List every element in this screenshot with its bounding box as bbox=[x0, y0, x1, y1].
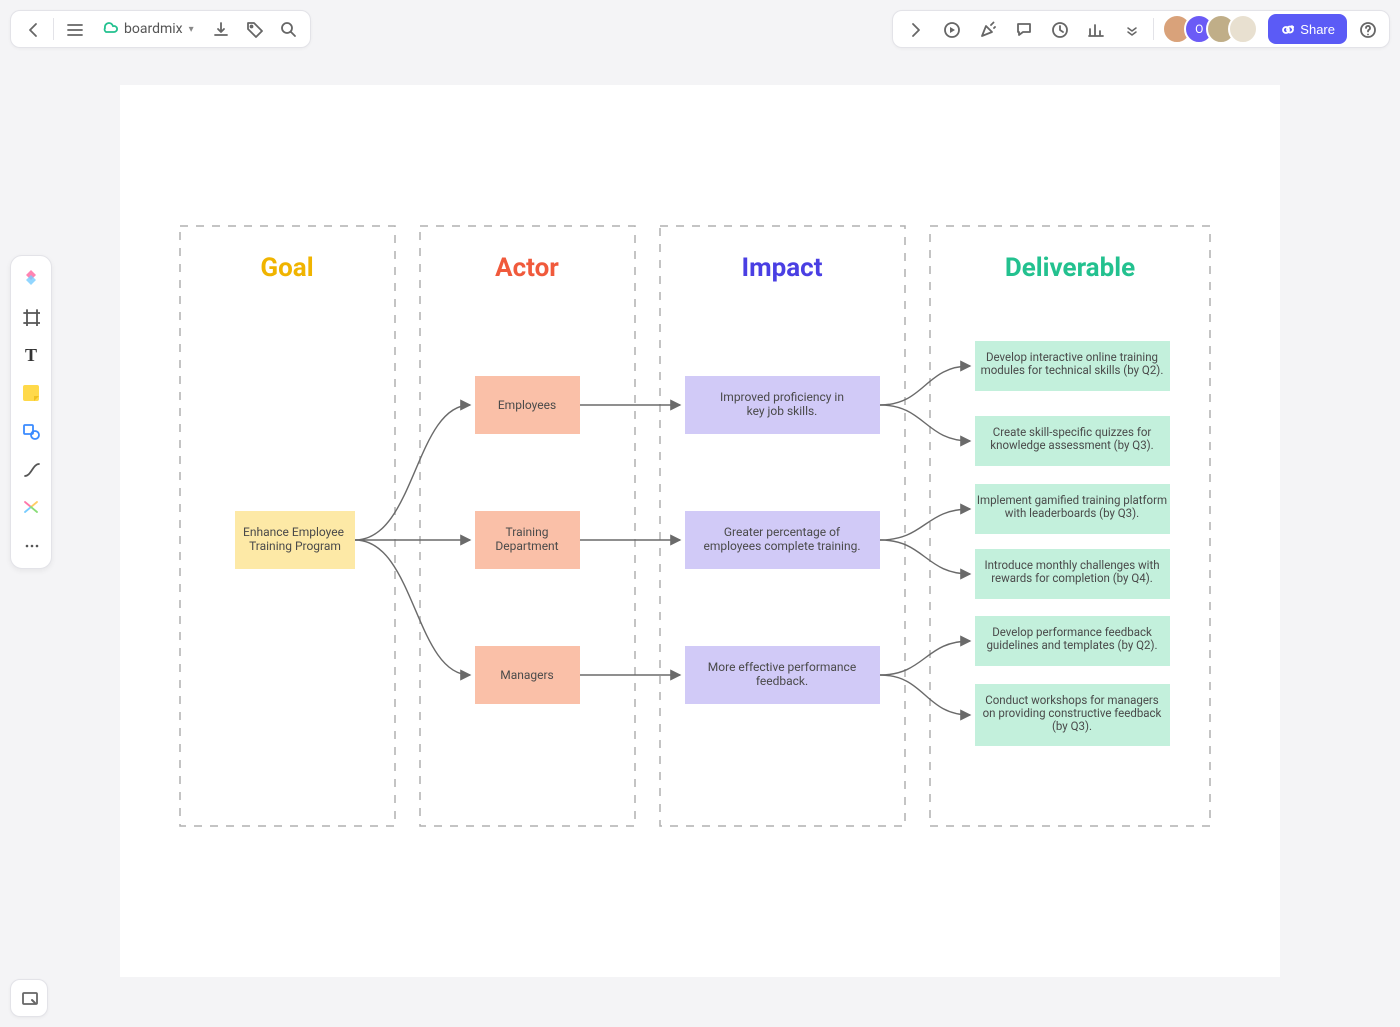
svg-text:Create skill-specific quizzes: Create skill-specific quizzes forknowled… bbox=[990, 425, 1153, 452]
deliverable-node-1[interactable]: Create skill-specific quizzes forknowled… bbox=[975, 416, 1170, 466]
collaborator-avatars[interactable]: O bbox=[1162, 14, 1258, 44]
svg-text:Develop performance feedbackgu: Develop performance feedbackguidelines a… bbox=[986, 625, 1157, 652]
connector[interactable] bbox=[355, 405, 470, 540]
impact-map-diagram[interactable]: Goal Actor Impact Deliverable Enhance Em… bbox=[120, 85, 1280, 977]
share-button[interactable]: Share bbox=[1268, 14, 1347, 44]
actor-node-employees[interactable]: Employees bbox=[475, 376, 580, 434]
deliverable-node-4[interactable]: Develop performance feedbackguidelines a… bbox=[975, 616, 1170, 666]
topbar-right: O Share bbox=[892, 10, 1390, 48]
share-icon bbox=[1280, 22, 1294, 36]
back-button[interactable] bbox=[17, 13, 49, 45]
share-label: Share bbox=[1300, 22, 1335, 37]
party-icon bbox=[978, 20, 996, 38]
chevron-down-icon: ▾ bbox=[189, 24, 194, 35]
connector[interactable] bbox=[880, 509, 970, 540]
bar-chart-icon bbox=[1086, 20, 1104, 38]
panel-icon bbox=[20, 989, 38, 1007]
confetti-button[interactable] bbox=[971, 13, 1003, 45]
deliverable-node-5[interactable]: Conduct workshops for managerson providi… bbox=[975, 684, 1170, 746]
chevron-double-icon bbox=[1122, 20, 1140, 38]
impact-node-1[interactable]: Greater percentage ofemployees complete … bbox=[685, 511, 880, 569]
divider bbox=[53, 18, 54, 40]
tool-shape[interactable] bbox=[14, 414, 48, 448]
tool-templates[interactable] bbox=[14, 262, 48, 296]
divider bbox=[1153, 18, 1154, 40]
history-button[interactable] bbox=[1043, 13, 1075, 45]
connector[interactable] bbox=[880, 366, 970, 405]
comment-icon bbox=[1014, 20, 1032, 38]
help-button[interactable] bbox=[1351, 13, 1383, 45]
connector[interactable] bbox=[880, 641, 970, 675]
impact-node-2[interactable]: More effective performancefeedback. bbox=[685, 646, 880, 704]
deliverable-node-0[interactable]: Develop interactive online trainingmodul… bbox=[975, 341, 1170, 391]
hamburger-icon bbox=[65, 20, 83, 38]
sticky-note-icon bbox=[21, 383, 41, 403]
goal-node[interactable]: Enhance Employee Training Program bbox=[235, 511, 355, 569]
goal-header: Goal bbox=[260, 253, 313, 283]
svg-text:Greater percentage ofemployees: Greater percentage ofemployees complete … bbox=[703, 525, 860, 553]
history-icon bbox=[1050, 20, 1068, 38]
connector[interactable] bbox=[880, 405, 970, 441]
tool-frame[interactable] bbox=[14, 300, 48, 334]
download-icon bbox=[211, 20, 229, 38]
svg-text:Implement gamified training pl: Implement gamified training platformwith… bbox=[977, 493, 1167, 520]
file-name-dropdown[interactable]: boardmix ▾ bbox=[92, 13, 202, 45]
chevron-right-icon bbox=[906, 20, 924, 38]
frame-icon bbox=[22, 308, 40, 326]
topbar-left: boardmix ▾ bbox=[10, 10, 311, 48]
svg-text:Managers: Managers bbox=[500, 668, 554, 682]
connector[interactable] bbox=[880, 675, 970, 715]
svg-text:Employees: Employees bbox=[498, 398, 556, 412]
search-icon bbox=[279, 20, 297, 38]
tool-mindmap[interactable] bbox=[14, 490, 48, 524]
cloud-icon bbox=[100, 18, 118, 40]
export-button[interactable] bbox=[204, 13, 236, 45]
file-name-label: boardmix bbox=[124, 21, 183, 37]
impact-header: Impact bbox=[741, 253, 822, 283]
deliverable-node-3[interactable]: Introduce monthly challenges withrewards… bbox=[975, 549, 1170, 599]
deliverable-node-2[interactable]: Implement gamified training platformwith… bbox=[975, 484, 1170, 534]
menu-button[interactable] bbox=[58, 13, 90, 45]
text-icon: T bbox=[25, 345, 37, 366]
deliverable-header: Deliverable bbox=[1005, 253, 1135, 283]
tool-sticky[interactable] bbox=[14, 376, 48, 410]
minimap-button[interactable] bbox=[10, 979, 48, 1017]
chevron-left-icon bbox=[24, 20, 42, 38]
actor-header: Actor bbox=[495, 253, 559, 283]
canvas[interactable]: Goal Actor Impact Deliverable Enhance Em… bbox=[120, 85, 1280, 977]
svg-text:Enhance Employee Trainin: Enhance Employee Training Program bbox=[243, 525, 347, 553]
actor-node-managers[interactable]: Managers bbox=[475, 646, 580, 704]
comment-button[interactable] bbox=[1007, 13, 1039, 45]
expand-button[interactable] bbox=[899, 13, 931, 45]
tool-text[interactable]: T bbox=[14, 338, 48, 372]
shapes-icon bbox=[22, 422, 40, 440]
curve-icon bbox=[22, 460, 40, 478]
diamond-stack-icon bbox=[20, 268, 42, 290]
impact-node-0[interactable]: Improved proficiency inkey job skills. bbox=[685, 376, 880, 434]
actor-node-training[interactable]: TrainingDepartment bbox=[475, 511, 580, 569]
search-button[interactable] bbox=[272, 13, 304, 45]
svg-text:Introduce monthly challenges w: Introduce monthly challenges withrewards… bbox=[984, 558, 1159, 585]
play-circle-icon bbox=[942, 20, 960, 38]
stats-button[interactable] bbox=[1079, 13, 1111, 45]
tool-connector[interactable] bbox=[14, 452, 48, 486]
more-button[interactable] bbox=[1115, 13, 1147, 45]
connector[interactable] bbox=[880, 540, 970, 574]
play-button[interactable] bbox=[935, 13, 967, 45]
svg-text:Develop interactive online tra: Develop interactive online trainingmodul… bbox=[981, 350, 1164, 377]
tool-more[interactable] bbox=[14, 528, 48, 562]
side-toolbar: T bbox=[10, 255, 52, 569]
dots-icon bbox=[22, 536, 40, 554]
connector[interactable] bbox=[355, 540, 470, 675]
help-icon bbox=[1358, 20, 1376, 38]
branch-icon bbox=[21, 497, 41, 517]
avatar[interactable] bbox=[1228, 14, 1258, 44]
tag-button[interactable] bbox=[238, 13, 270, 45]
tag-icon bbox=[245, 20, 263, 38]
